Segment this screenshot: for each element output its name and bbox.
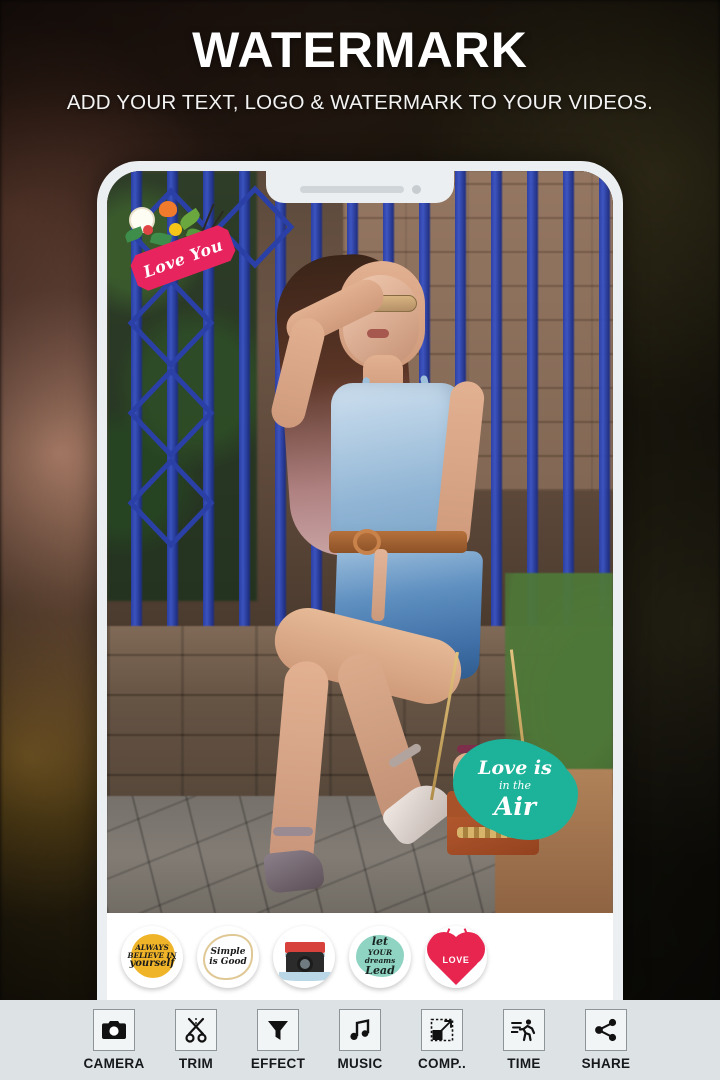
toolbar-item-camera[interactable]: CAMERA (73, 1009, 155, 1071)
compress-icon[interactable] (421, 1009, 463, 1051)
phone-screen: Love You Love is in the Air ALWAYS BELIE… (107, 171, 613, 1001)
sticker1-line3: yourself (129, 958, 175, 970)
camera-ribbon-icon (279, 972, 331, 981)
love-air-text-group: Love is in the Air (459, 743, 571, 835)
shoe-left (263, 848, 325, 894)
gold-swirl-icon (203, 934, 253, 980)
sticker-let-your-dreams-lead[interactable]: let YOUR dreams Lead (349, 926, 411, 988)
toolbar-label-compress: COMP.. (417, 1056, 467, 1071)
funnel-icon[interactable] (257, 1009, 299, 1051)
speaker-grill-icon (299, 185, 404, 193)
bottom-toolbar[interactable]: CAMERA TRIM EFFECT MUSIC COMP.. TIME SHA… (0, 1000, 720, 1080)
share-nodes-icon[interactable] (585, 1009, 627, 1051)
leaf-icon (177, 207, 203, 231)
promo-header: WATERMARK ADD YOUR TEXT, LOGO & WATERMAR… (0, 0, 720, 115)
subject-left-shin (267, 659, 331, 875)
toolbar-item-effect[interactable]: EFFECT (237, 1009, 319, 1071)
toolbar-item-trim[interactable]: TRIM (155, 1009, 237, 1071)
phone-mockup: Love You Love is in the Air ALWAYS BELIE… (97, 161, 623, 1001)
sticker4-line1: let (371, 935, 389, 949)
toolbar-item-music[interactable]: MUSIC (319, 1009, 401, 1071)
front-camera-icon (411, 184, 421, 194)
toolbar-label-effect: EFFECT (250, 1056, 306, 1071)
sticker-camera-vintage[interactable] (273, 926, 335, 988)
video-preview-canvas[interactable]: Love You Love is in the Air (107, 171, 613, 913)
toolbar-label-trim: TRIM (178, 1056, 214, 1071)
toolbar-item-time[interactable]: TIME (483, 1009, 565, 1071)
toolbar-item-share[interactable]: SHARE (565, 1009, 647, 1071)
page-subtitle: ADD YOUR TEXT, LOGO & WATERMARK TO YOUR … (66, 90, 654, 114)
toolbar-label-camera: CAMERA (83, 1056, 145, 1071)
overlay-sticker-love-you[interactable]: Love You (123, 199, 237, 287)
camera-icon[interactable] (93, 1009, 135, 1051)
sticker-always-believe-in-yourself[interactable]: ALWAYS BELIEVE IN yourself (121, 926, 183, 988)
scissors-icon[interactable] (175, 1009, 217, 1051)
toolbar-item-compress[interactable]: COMP.. (401, 1009, 483, 1071)
sticker4-line4: Lead (365, 964, 395, 978)
toolbar-label-music: MUSIC (337, 1056, 383, 1071)
sticker-love-heart[interactable]: LOVE (425, 926, 487, 988)
phone-notch (266, 171, 454, 203)
overlay-sticker-love-is-in-the-air[interactable]: Love is in the Air (459, 743, 571, 835)
love-air-line1: Love is (478, 757, 552, 780)
leaf-icon (123, 226, 145, 243)
ankle-strap-left (273, 827, 313, 836)
music-note-icon[interactable] (339, 1009, 381, 1051)
running-man-icon[interactable] (503, 1009, 545, 1051)
toolbar-label-time: TIME (507, 1056, 541, 1071)
toolbar-label-share: SHARE (581, 1056, 631, 1071)
flower-orange-icon (159, 201, 177, 217)
sticker-simple-is-good[interactable]: Simple is Good (197, 926, 259, 988)
sticker5-label: LOVE (442, 955, 470, 965)
page-title: WATERMARK (192, 22, 528, 78)
subject-lips (367, 329, 389, 338)
sticker-tray[interactable]: ALWAYS BELIEVE IN yourself Simple is Goo… (107, 913, 613, 1001)
love-air-line3: Air (493, 791, 537, 821)
leather-belt (329, 531, 467, 553)
camera-lens-icon (297, 956, 313, 972)
